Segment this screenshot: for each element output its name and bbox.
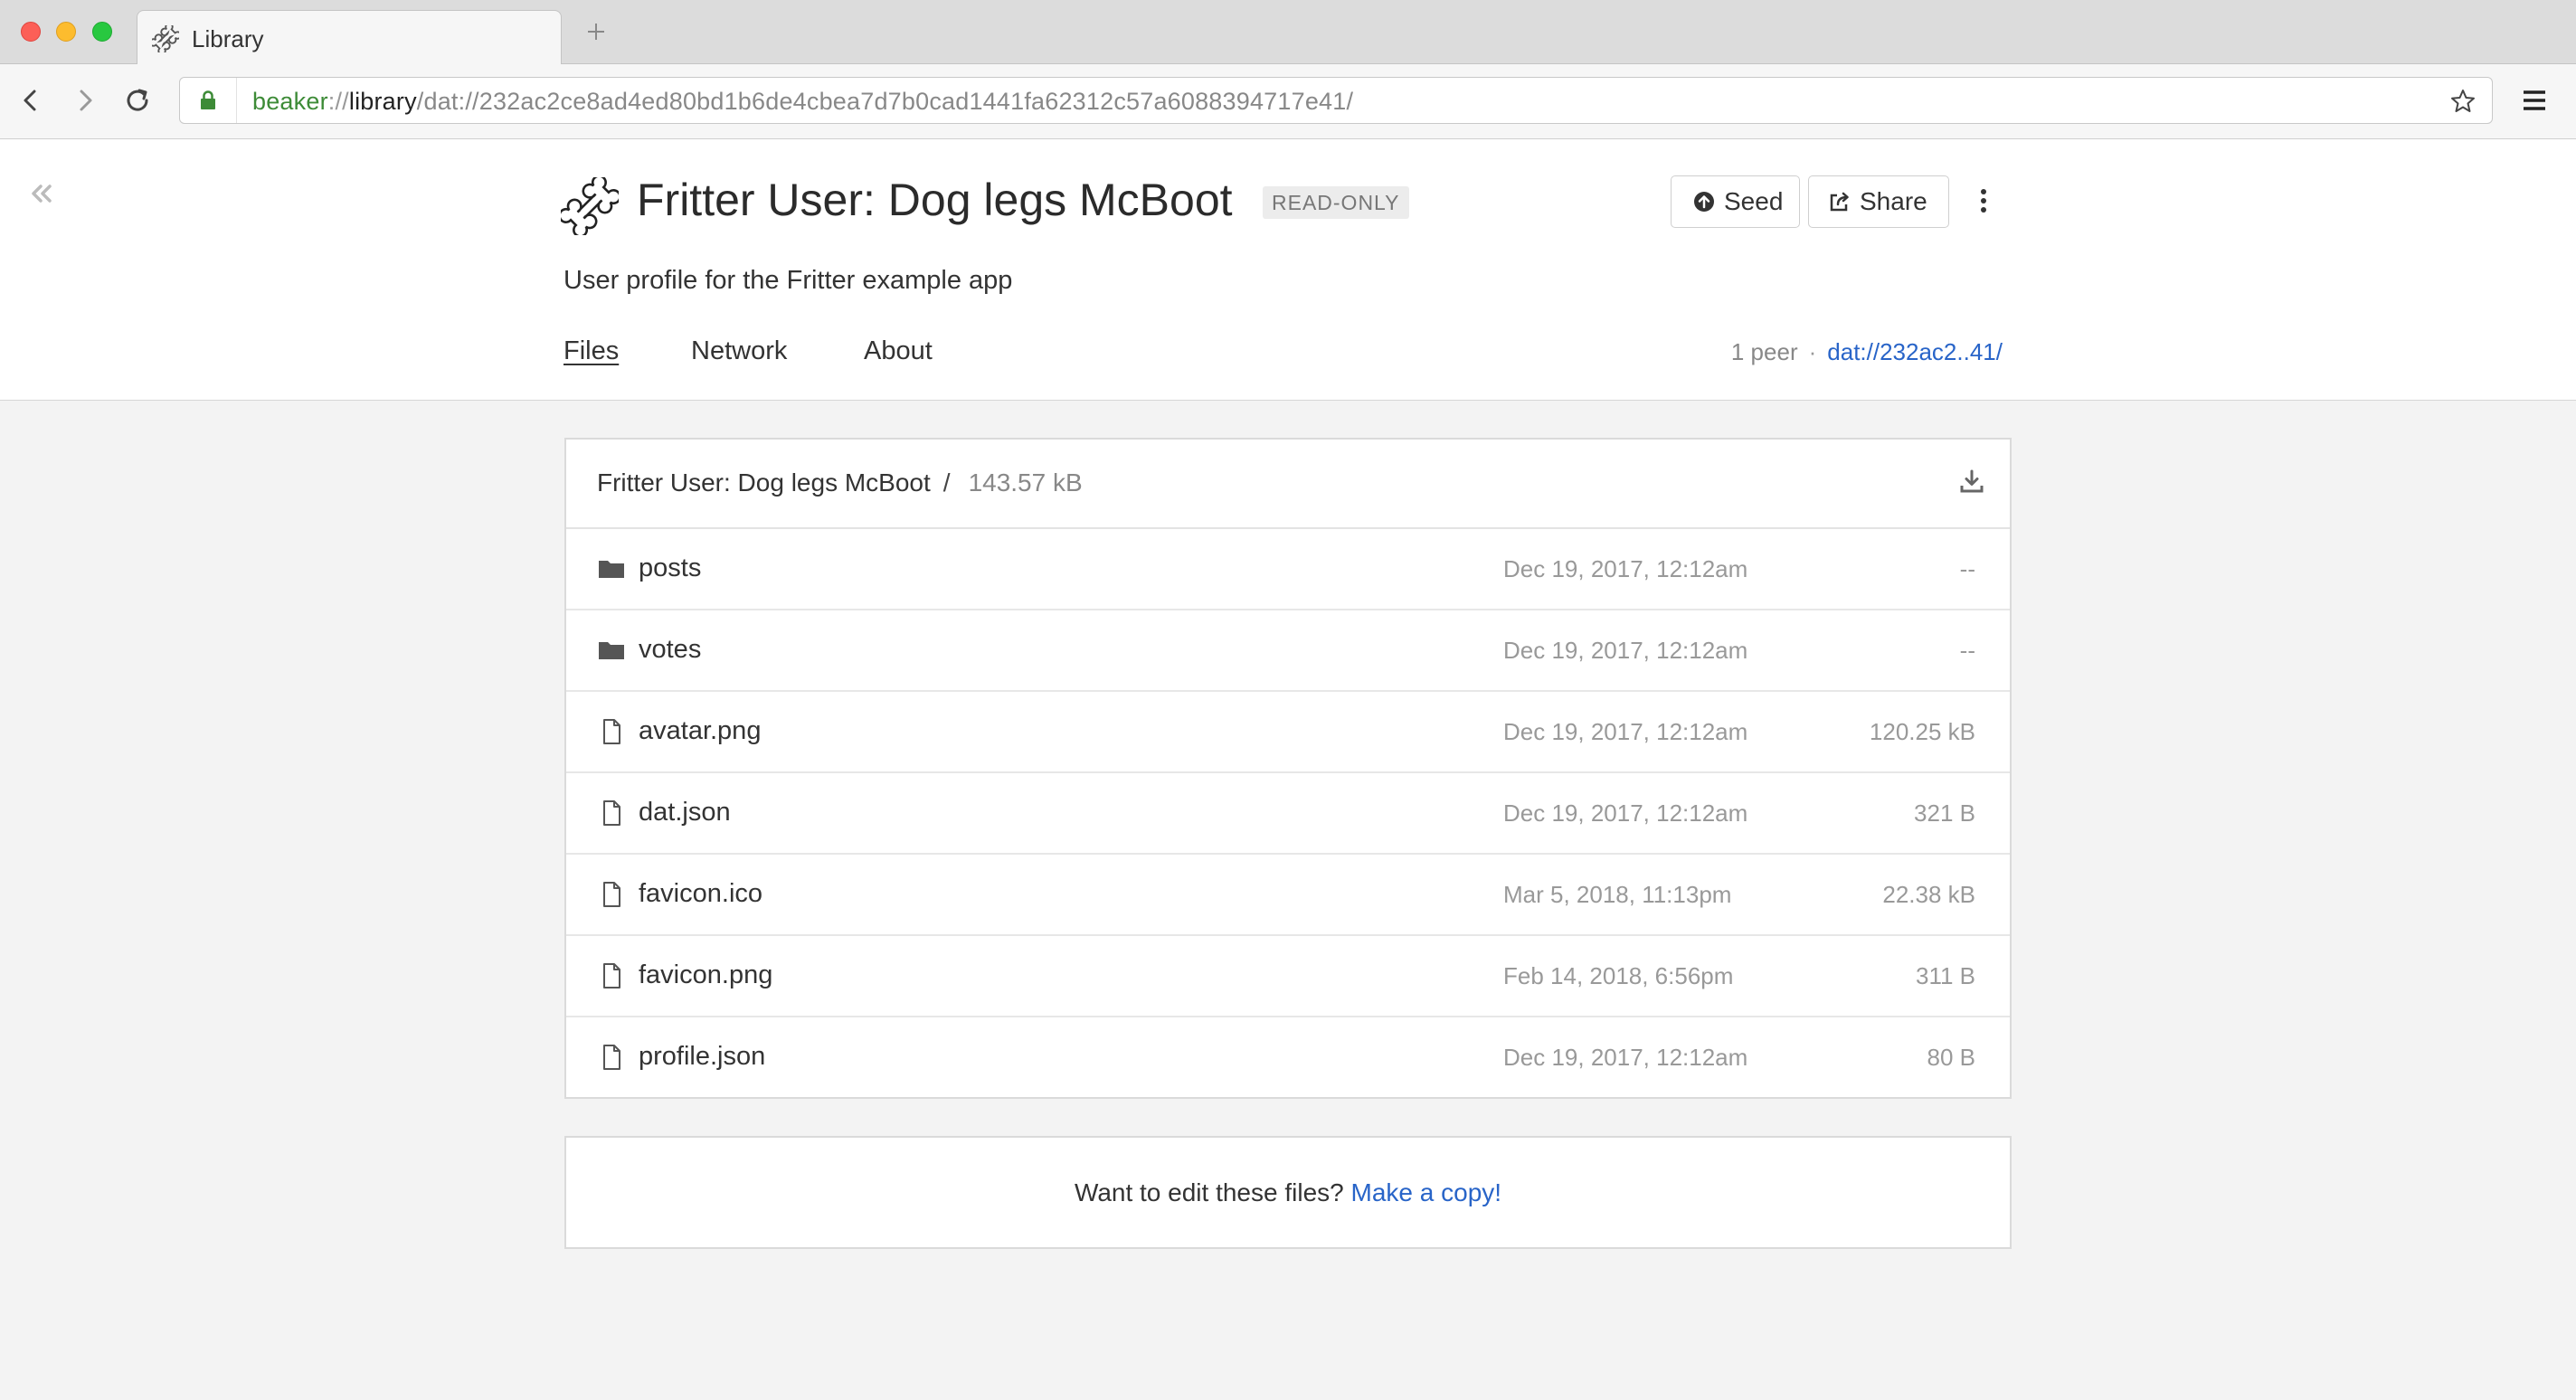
file-size: 321 B	[1914, 799, 1975, 827]
file-listing: Fritter User: Dog legs McBoot/143.57 kB …	[564, 438, 2012, 1099]
url-separator: ://	[327, 88, 349, 115]
read-only-badge: READ-ONLY	[1263, 186, 1409, 219]
archive-title: Fritter User: Dog legs McBoot	[637, 175, 1233, 225]
share-button[interactable]: Share	[1808, 175, 1949, 228]
file-size: --	[1959, 555, 1975, 582]
reload-icon[interactable]	[119, 82, 156, 118]
double-chevron-left-icon[interactable]	[24, 175, 60, 212]
window-titlebar: Library	[0, 0, 2576, 65]
total-size: 143.57 kB	[968, 468, 1083, 497]
peer-count: 1 peer	[1730, 338, 1798, 365]
browser-tab-library[interactable]: Library	[137, 10, 562, 65]
breadcrumb: Fritter User: Dog legs McBoot / 143.57 kB	[597, 468, 1083, 497]
archive-header: Fritter User: Dog legs McBoot READ-ONLY …	[0, 139, 2576, 401]
file-icon	[597, 799, 626, 828]
dat-url-link[interactable]: dat://232ac2..41/	[1827, 338, 2003, 365]
file-name[interactable]: votes	[639, 635, 701, 665]
url-divider	[236, 78, 237, 123]
folder-icon	[597, 636, 626, 665]
make-copy-panel: Want to edit these files? Make a copy!	[564, 1136, 2012, 1249]
file-name[interactable]: favicon.png	[639, 960, 772, 990]
file-name[interactable]: posts	[639, 553, 701, 583]
window-maximize-button[interactable]	[92, 22, 112, 42]
file-icon	[597, 961, 626, 990]
url-path: /dat://232ac2ce8ad4ed80bd1b6de4cbea7d7b0…	[416, 88, 1354, 115]
file-row[interactable]: favicon.ico Mar 5, 2018, 11:13pm 22.38 kB	[566, 855, 2010, 936]
file-rows: posts Dec 19, 2017, 12:12am -- votes Dec 19,…	[566, 529, 2010, 1097]
file-size: 80 B	[1927, 1044, 1976, 1071]
file-row[interactable]: votes Dec 19, 2017, 12:12am --	[566, 610, 2010, 692]
peer-separator: ·	[1808, 338, 1817, 365]
url-text[interactable]: beaker://library/dat://232ac2ce8ad4ed80b…	[252, 88, 1353, 116]
file-name[interactable]: favicon.ico	[639, 879, 762, 909]
forward-arrow-icon[interactable]	[67, 82, 103, 118]
peer-info: 1 peer · dat://232ac2..41/	[1731, 338, 2003, 366]
file-size: 120.25 kB	[1869, 718, 1975, 745]
copy-prompt-text: Want to edit these files?	[1074, 1178, 1344, 1206]
file-icon	[597, 880, 626, 909]
seed-label: Seed	[1724, 187, 1784, 215]
star-icon[interactable]	[2448, 87, 2477, 116]
file-date: Dec 19, 2017, 12:12am	[1503, 1044, 1748, 1071]
tab-title: Library	[192, 25, 264, 52]
lock-icon	[196, 89, 220, 112]
file-date: Dec 19, 2017, 12:12am	[1503, 637, 1748, 664]
hamburger-menu-icon[interactable]	[2518, 84, 2551, 117]
seed-button[interactable]: Seed	[1671, 175, 1800, 228]
file-date: Feb 14, 2018, 6:56pm	[1503, 962, 1734, 989]
browser-toolbar: beaker://library/dat://232ac2ce8ad4ed80b…	[0, 64, 2576, 139]
share-label: Share	[1860, 187, 1927, 215]
file-date: Dec 19, 2017, 12:12am	[1503, 555, 1748, 582]
file-row[interactable]: profile.json Dec 19, 2017, 12:12am 80 B	[566, 1017, 2010, 1097]
window-close-button[interactable]	[21, 22, 41, 42]
archive-description: User profile for the Fritter example app	[564, 266, 1013, 295]
file-name[interactable]: profile.json	[639, 1042, 765, 1072]
tab-files[interactable]: Files	[564, 336, 619, 366]
window-minimize-button[interactable]	[56, 22, 76, 42]
file-date: Dec 19, 2017, 12:12am	[1503, 799, 1748, 827]
share-icon	[1827, 189, 1852, 214]
url-host: library	[348, 88, 417, 115]
file-row[interactable]: avatar.png Dec 19, 2017, 12:12am 120.25 kB	[566, 692, 2010, 773]
bone-icon	[561, 177, 619, 235]
file-size: 22.38 kB	[1882, 881, 1975, 908]
folder-icon	[597, 554, 626, 583]
make-copy-link[interactable]: Make a copy!	[1351, 1178, 1502, 1206]
tab-network[interactable]: Network	[691, 336, 787, 366]
file-size: 311 B	[1915, 962, 1975, 989]
file-date: Dec 19, 2017, 12:12am	[1503, 718, 1748, 745]
download-icon[interactable]	[1957, 467, 1986, 496]
file-listing-header: Fritter User: Dog legs McBoot / 143.57 kB	[566, 440, 2010, 529]
seed-upload-icon	[1691, 189, 1717, 214]
back-arrow-icon[interactable]	[13, 82, 49, 118]
tab-about[interactable]: About	[864, 336, 933, 366]
file-row[interactable]: favicon.png Feb 14, 2018, 6:56pm 311 B	[566, 936, 2010, 1017]
file-size: --	[1959, 637, 1975, 664]
bone-icon	[152, 25, 179, 52]
file-name[interactable]: avatar.png	[639, 716, 761, 746]
breadcrumb-root[interactable]: Fritter User: Dog legs McBoot	[597, 468, 931, 497]
file-row[interactable]: dat.json Dec 19, 2017, 12:12am 321 B	[566, 773, 2010, 855]
file-icon	[597, 1043, 626, 1072]
url-scheme: beaker	[252, 88, 328, 115]
file-name[interactable]: dat.json	[639, 798, 731, 828]
url-bar[interactable]: beaker://library/dat://232ac2ce8ad4ed80b…	[179, 77, 2493, 124]
file-date: Mar 5, 2018, 11:13pm	[1503, 881, 1732, 908]
kebab-menu-icon[interactable]	[1972, 183, 1995, 219]
file-row[interactable]: posts Dec 19, 2017, 12:12am --	[566, 529, 2010, 610]
file-icon	[597, 717, 626, 746]
new-tab-plus-icon[interactable]	[582, 18, 610, 45]
breadcrumb-separator: /	[942, 468, 951, 497]
